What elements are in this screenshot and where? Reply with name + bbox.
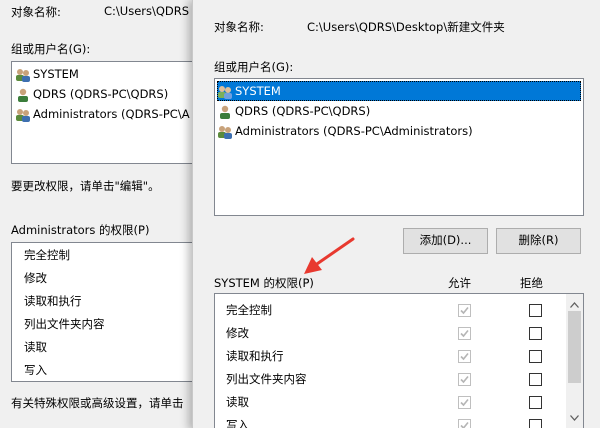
back-perm-row: 修改 bbox=[24, 271, 47, 285]
allow-checkbox bbox=[458, 419, 471, 428]
user-row-administrators[interactable]: Administrators (QDRS-PC\Administrators) bbox=[217, 121, 473, 141]
add-button[interactable]: 添加(D)... bbox=[403, 228, 488, 254]
back-perm-row: 列出文件夹内容 bbox=[24, 317, 105, 331]
scroll-down-arrow-icon[interactable] bbox=[570, 410, 579, 424]
deny-checkbox[interactable] bbox=[529, 350, 542, 363]
back-user-name: SYSTEM bbox=[33, 67, 79, 81]
deny-header: 拒绝 bbox=[520, 276, 543, 290]
perm-name: 写入 bbox=[226, 418, 249, 428]
user-row-qdrs[interactable]: QDRS (QDRS-PC\QDRS) bbox=[217, 101, 370, 121]
perm-title: SYSTEM 的权限(P) bbox=[214, 276, 314, 290]
deny-checkbox[interactable] bbox=[529, 304, 542, 317]
back-special-hint: 有关特殊权限或高级设置，请单击 bbox=[11, 396, 184, 410]
scroll-thumb[interactable] bbox=[568, 311, 581, 383]
back-perm-title: Administrators 的权限(P) bbox=[11, 223, 150, 237]
user-name: SYSTEM bbox=[235, 84, 281, 98]
back-user-name: QDRS (QDRS-PC\QDRS) bbox=[33, 87, 169, 101]
user-list[interactable]: SYSTEM QDRS (QDRS-PC\QDRS) Administrator… bbox=[214, 78, 584, 216]
back-dialog: 对象名称: C:\Users\QDRS 组或用户名(G): SYSTEM QDR… bbox=[0, 0, 206, 428]
object-path: C:\Users\QDRS\Desktop\新建文件夹 bbox=[307, 20, 505, 34]
user-group-icon bbox=[217, 84, 233, 100]
deny-checkbox[interactable] bbox=[529, 419, 542, 428]
perm-name: 读取和执行 bbox=[226, 349, 284, 363]
perm-name: 读取 bbox=[226, 395, 249, 409]
allow-header: 允许 bbox=[448, 276, 471, 290]
user-icon bbox=[15, 87, 31, 103]
permission-list: 完全控制 修改 读取和执行 列出文件夹内容 读取 写入 bbox=[214, 293, 584, 428]
back-user-list[interactable]: SYSTEM QDRS (QDRS-PC\QDRS) Administrator… bbox=[11, 61, 206, 164]
deny-checkbox[interactable] bbox=[529, 373, 542, 386]
user-icon bbox=[217, 104, 233, 120]
back-perm-row: 完全控制 bbox=[24, 248, 70, 262]
back-edit-hint: 要更改权限，请单击"编辑"。 bbox=[11, 179, 160, 193]
front-dialog: 对象名称: C:\Users\QDRS\Desktop\新建文件夹 组或用户名(… bbox=[192, 0, 600, 428]
back-perm-row: 读取 bbox=[24, 340, 47, 354]
scrollbar[interactable] bbox=[566, 294, 583, 428]
group-label: 组或用户名(G): bbox=[214, 60, 294, 74]
object-label: 对象名称: bbox=[214, 20, 264, 34]
user-name: Administrators (QDRS-PC\Administrators) bbox=[235, 124, 473, 138]
user-group-icon bbox=[217, 124, 233, 140]
deny-checkbox[interactable] bbox=[529, 327, 542, 340]
annotation-arrow-icon bbox=[304, 237, 355, 274]
remove-button[interactable]: 删除(R) bbox=[496, 228, 581, 254]
back-group-label: 组或用户名(G): bbox=[11, 42, 91, 56]
allow-checkbox bbox=[458, 350, 471, 363]
perm-name: 列出文件夹内容 bbox=[226, 372, 307, 386]
scroll-up-arrow-icon[interactable] bbox=[570, 297, 579, 311]
back-perm-list: 完全控制 修改 读取和执行 列出文件夹内容 读取 写入 bbox=[11, 242, 206, 382]
user-group-icon bbox=[15, 107, 31, 123]
allow-checkbox bbox=[458, 327, 471, 340]
back-perm-row: 写入 bbox=[24, 363, 47, 377]
back-user-name: Administrators (QDRS-PC\A bbox=[33, 107, 190, 121]
back-user-row[interactable]: SYSTEM bbox=[15, 64, 79, 84]
back-user-row[interactable]: QDRS (QDRS-PC\QDRS) bbox=[15, 84, 168, 104]
back-object-label: 对象名称: bbox=[11, 5, 61, 19]
perm-name: 完全控制 bbox=[226, 303, 272, 317]
allow-checkbox bbox=[458, 396, 471, 409]
deny-checkbox[interactable] bbox=[529, 396, 542, 409]
allow-checkbox bbox=[458, 304, 471, 317]
user-group-icon bbox=[15, 67, 31, 83]
user-name: QDRS (QDRS-PC\QDRS) bbox=[235, 104, 371, 118]
back-object-path: C:\Users\QDRS bbox=[104, 4, 190, 18]
user-row-system[interactable]: SYSTEM bbox=[217, 81, 581, 101]
allow-checkbox bbox=[458, 373, 471, 386]
perm-name: 修改 bbox=[226, 326, 249, 340]
back-perm-row: 读取和执行 bbox=[24, 294, 82, 308]
back-user-row[interactable]: Administrators (QDRS-PC\A bbox=[15, 104, 190, 124]
